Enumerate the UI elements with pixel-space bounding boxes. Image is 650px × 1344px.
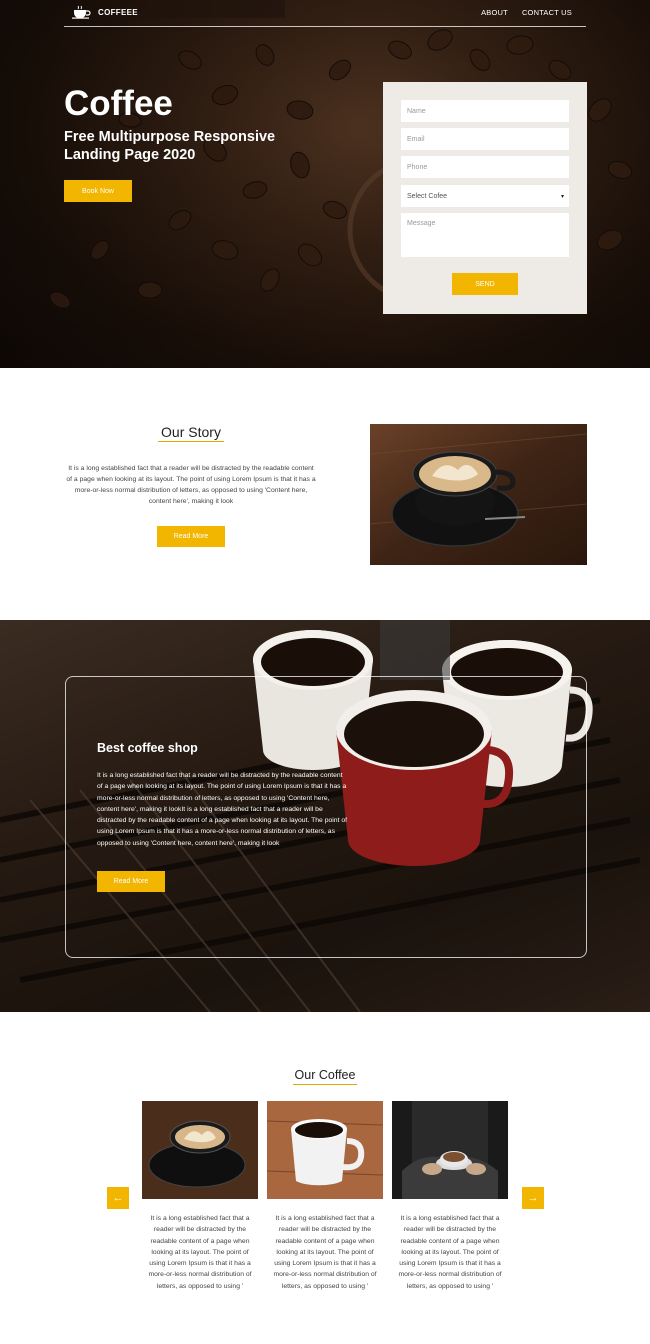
our-coffee-title: Our Coffee	[294, 1068, 356, 1082]
message-field[interactable]: Message	[401, 213, 569, 257]
coffee-select[interactable]: Select Cofee ▾	[401, 185, 569, 207]
nav-links: ABOUT CONTACT US	[481, 8, 572, 17]
nav-link-contact[interactable]: CONTACT US	[522, 8, 572, 17]
coffee-card-image	[267, 1101, 383, 1199]
coffee-card-text: It is a long established fact that a rea…	[273, 1215, 377, 1290]
navbar: COFFEEE ABOUT CONTACT US	[64, 0, 586, 27]
coffee-card-image	[392, 1101, 508, 1199]
coffee-shop-section: Best coffee shop It is a long establishe…	[0, 620, 650, 1012]
arrow-right-icon: →	[527, 1192, 539, 1204]
phone-field[interactable]: Phone	[401, 156, 569, 178]
story-read-more-button[interactable]: Read More	[157, 526, 225, 547]
landing-page: COFFEEE ABOUT CONTACT US Coffee Free Mul…	[0, 0, 650, 1344]
coffee-card-image	[142, 1101, 258, 1199]
logo-text: COFFEEE	[98, 7, 138, 17]
our-coffee-underline	[293, 1084, 357, 1085]
shop-title: Best coffee shop	[97, 741, 198, 755]
carousel-prev-button[interactable]: ←	[107, 1187, 129, 1209]
story-text: It is a long established fact that a rea…	[66, 465, 316, 505]
story-title: Our Story	[161, 424, 221, 440]
cappuccino-image	[370, 424, 587, 565]
coffee-card[interactable]: It is a long established fact that a rea…	[142, 1101, 258, 1292]
hero-title: Coffee	[64, 84, 173, 123]
coffee-card[interactable]: It is a long established fact that a rea…	[267, 1101, 383, 1292]
story-title-underline	[158, 441, 224, 442]
booking-form: Name Email Phone Select Cofee ▾ Message …	[383, 82, 587, 314]
coffee-card[interactable]: It is a long established fact that a rea…	[392, 1101, 508, 1292]
carousel-next-button[interactable]: →	[522, 1187, 544, 1209]
hero-section: COFFEEE ABOUT CONTACT US Coffee Free Mul…	[0, 0, 650, 368]
logo[interactable]: COFFEEE	[71, 5, 138, 19]
name-field[interactable]: Name	[401, 100, 569, 122]
dropdown-arrow-icon: ▾	[560, 193, 564, 200]
hero-subtitle: Free Multipurpose Responsive Landing Pag…	[64, 129, 276, 163]
coffee-card-text: It is a long established fact that a rea…	[148, 1215, 252, 1290]
arrow-left-icon: ←	[112, 1192, 124, 1204]
send-button[interactable]: SEND	[452, 273, 518, 295]
coffee-card-text: It is a long established fact that a rea…	[398, 1215, 502, 1290]
nav-link-about[interactable]: ABOUT	[481, 8, 508, 17]
coffee-select-value: Select Cofee	[407, 192, 448, 200]
book-now-button[interactable]: Book Now	[64, 180, 132, 202]
email-field[interactable]: Email	[401, 128, 569, 150]
coffee-cup-icon	[72, 5, 91, 19]
shop-read-more-button[interactable]: Read More	[97, 871, 165, 892]
shop-text: It is a long established fact that a rea…	[97, 772, 348, 847]
story-image	[370, 424, 587, 565]
